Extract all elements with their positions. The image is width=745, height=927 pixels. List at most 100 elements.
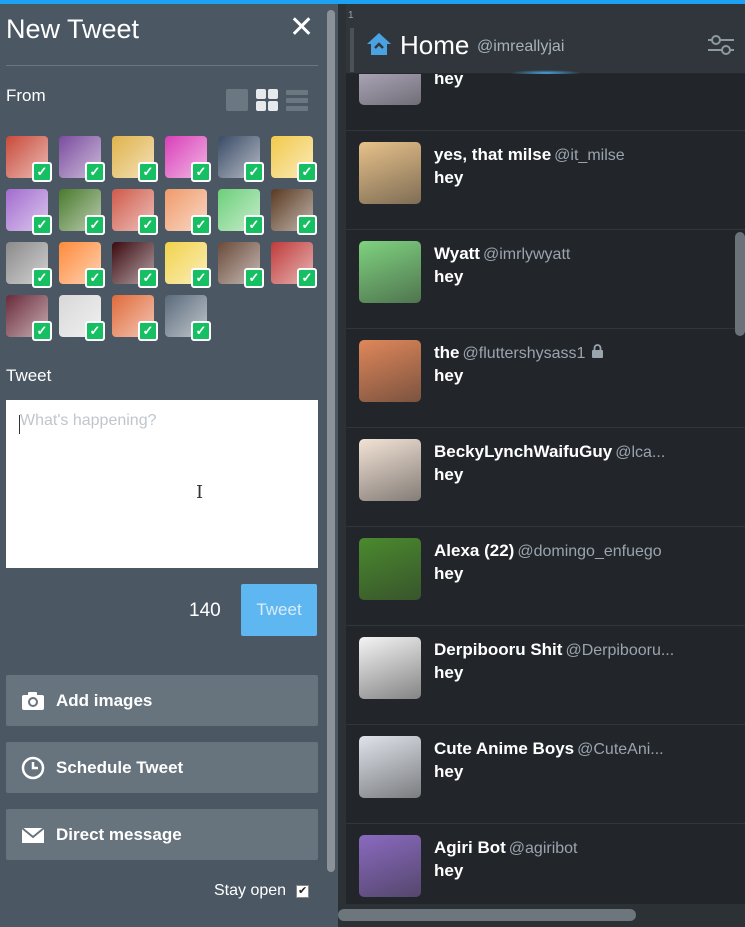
check-icon: ✓	[191, 215, 211, 235]
tweet-button[interactable]: Tweet	[241, 584, 317, 636]
tweet-author[interactable]: BeckyLynchWaifuGuy @lca...	[434, 442, 665, 462]
single-view-icon[interactable]	[226, 89, 248, 111]
stay-open-label: Stay open	[214, 882, 287, 899]
column-gutter	[338, 4, 346, 927]
tweet-item[interactable]: Wyatt @imrlywyatt hey	[346, 230, 745, 329]
tweet-avatar[interactable]	[359, 637, 421, 699]
tweet-author[interactable]: Agiri Bot @agiribot	[434, 838, 578, 858]
tweet-item[interactable]: BeckyLynchWaifuGuy @lca... hey	[346, 428, 745, 527]
account-avatar[interactable]: ✓	[218, 242, 264, 288]
account-avatar[interactable]: ✓	[165, 242, 211, 288]
clock-icon	[20, 756, 46, 779]
check-icon: ✓	[32, 268, 52, 288]
tweet-avatar[interactable]	[359, 736, 421, 798]
add-images-button[interactable]: Add images	[6, 675, 318, 726]
compose-scrollbar[interactable]	[327, 10, 335, 872]
tweet-item[interactable]: Derpibooru Shit @Derpibooru... hey	[346, 626, 745, 725]
schedule-tweet-button[interactable]: Schedule Tweet	[6, 742, 318, 793]
character-count: 140	[189, 600, 221, 621]
author-handle: @fluttershysass1	[462, 345, 586, 362]
account-avatar[interactable]: ✓	[112, 136, 158, 182]
direct-message-button[interactable]: Direct message	[6, 809, 318, 860]
tweet-avatar[interactable]	[359, 74, 421, 105]
tweet-text: hey	[434, 465, 464, 484]
tweet-text: hey	[434, 762, 464, 781]
tweet-item[interactable]: yes, that milse @it_milsehey	[346, 131, 745, 230]
tweet-item[interactable]: Agiri Bot @agiribot hey	[346, 824, 745, 904]
tweet-avatar[interactable]	[359, 835, 421, 897]
author-handle: @domingo_enfuego	[517, 543, 662, 560]
account-avatar[interactable]: ✓	[6, 242, 52, 288]
horizontal-scrollbar[interactable]	[338, 909, 636, 921]
column-settings-icon[interactable]	[707, 34, 735, 61]
lock-icon	[591, 343, 604, 364]
author-name: Alexa (22)	[434, 541, 515, 560]
tweet-author[interactable]: yes, that milse @it_milse	[434, 145, 625, 165]
account-avatar[interactable]: ✓	[165, 295, 211, 341]
tweet-item[interactable]: Alexa (22) @domingo_enfuego hey	[346, 527, 745, 626]
account-avatar[interactable]: ✓	[218, 189, 264, 235]
from-label: From	[6, 86, 46, 105]
column-number: 1	[348, 10, 354, 21]
list-view-icon[interactable]	[286, 89, 308, 111]
tweet-text: hey	[434, 168, 464, 187]
author-handle: @CuteAni...	[577, 741, 664, 758]
account-avatar[interactable]: ✓	[59, 295, 105, 341]
stay-open-checkbox[interactable]: ✔	[296, 884, 310, 898]
tweet-author[interactable]: Alexa (22) @domingo_enfuego	[434, 541, 662, 561]
tweet-author[interactable]: the @fluttershysass1	[434, 343, 604, 364]
tweet-item[interactable]: hey	[346, 74, 745, 131]
account-avatar[interactable]: ✓	[59, 189, 105, 235]
account-avatar[interactable]: ✓	[271, 242, 317, 288]
tweet-avatar[interactable]	[359, 439, 421, 501]
grid-view-icon[interactable]	[256, 89, 278, 111]
close-icon[interactable]: ✕	[289, 10, 314, 46]
author-handle: @imrlywyatt	[482, 246, 571, 263]
check-icon: ✓	[138, 321, 158, 341]
account-avatar[interactable]: ✓	[59, 242, 105, 288]
stay-open-option: Stay open ✔	[214, 882, 310, 900]
account-avatar[interactable]: ✓	[271, 136, 317, 182]
tweet-avatar[interactable]	[359, 538, 421, 600]
timeline-scrollbar[interactable]	[735, 232, 745, 336]
tweet-avatar[interactable]	[359, 142, 421, 204]
schedule-tweet-label: Schedule Tweet	[56, 757, 184, 777]
author-name: Cute Anime Boys	[434, 739, 575, 758]
account-avatar[interactable]: ✓	[218, 136, 264, 182]
envelope-icon	[20, 824, 46, 846]
tweet-item[interactable]: Cute Anime Boys @CuteAni... hey	[346, 725, 745, 824]
tweet-author[interactable]: Derpibooru Shit @Derpibooru...	[434, 640, 674, 660]
tweet-text: hey	[434, 366, 464, 385]
account-avatar[interactable]: ✓	[112, 189, 158, 235]
ibeam-cursor: I	[196, 482, 204, 503]
check-icon: ✓	[138, 268, 158, 288]
account-avatar[interactable]: ✓	[6, 189, 52, 235]
column-drag-handle[interactable]	[350, 28, 354, 72]
tweet-text: hey	[434, 663, 464, 682]
check-icon: ✓	[244, 215, 264, 235]
account-avatar[interactable]: ✓	[6, 136, 52, 182]
tweet-avatar[interactable]	[359, 340, 421, 402]
check-icon: ✓	[297, 162, 317, 182]
check-icon: ✓	[297, 268, 317, 288]
check-icon: ✓	[244, 162, 264, 182]
tweet-avatar[interactable]	[359, 241, 421, 303]
tweet-item[interactable]: the @fluttershysass1 hey	[346, 329, 745, 428]
tweet-author[interactable]: Wyatt @imrlywyatt	[434, 244, 570, 264]
account-view-toggles	[226, 89, 308, 111]
account-avatar[interactable]: ✓	[271, 189, 317, 235]
tweet-textarea[interactable]	[6, 400, 318, 568]
account-avatar[interactable]: ✓	[6, 295, 52, 341]
account-avatar[interactable]: ✓	[112, 242, 158, 288]
column-header: Home @imreallyjai	[346, 4, 745, 76]
check-icon: ✓	[32, 215, 52, 235]
author-name: the	[434, 343, 460, 362]
text-caret	[19, 415, 20, 434]
account-avatar[interactable]: ✓	[165, 189, 211, 235]
check-icon: ✓	[191, 321, 211, 341]
account-avatar[interactable]: ✓	[59, 136, 105, 182]
check-icon: ✓	[297, 215, 317, 235]
tweet-author[interactable]: Cute Anime Boys @CuteAni...	[434, 739, 664, 759]
account-avatar[interactable]: ✓	[112, 295, 158, 341]
account-avatar[interactable]: ✓	[165, 136, 211, 182]
